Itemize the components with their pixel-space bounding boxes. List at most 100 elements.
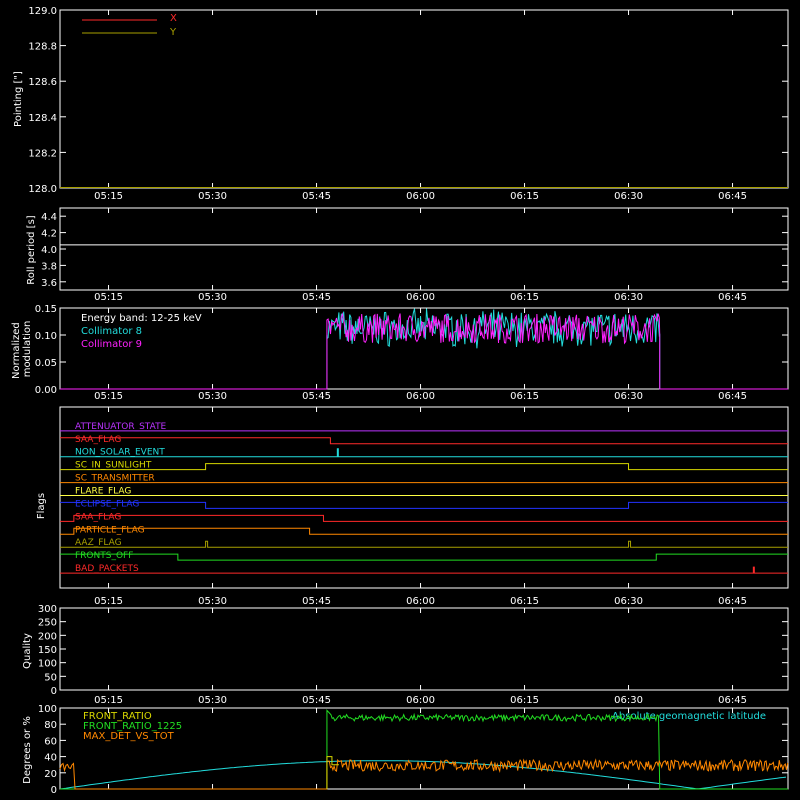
- ylabel-roll-period: Roll period [s]: [26, 215, 37, 284]
- quality-tick-label: 250: [38, 618, 57, 629]
- annotation-energy-band: Energy band: 12-25 keV: [81, 313, 202, 324]
- time-tick-label: 05:30: [198, 596, 227, 607]
- time-tick-label: 06:15: [510, 695, 539, 706]
- modulation-tick-label: 0.05: [35, 358, 57, 369]
- quality-tick-label: 300: [38, 604, 57, 615]
- flag-line-bad-packets: [60, 566, 788, 574]
- flag-label-saa-flag: SAA_FLAG: [75, 435, 121, 445]
- flag-label-saa-flag: SAA_FLAG: [75, 512, 121, 522]
- legend-label-y: Y: [169, 27, 177, 38]
- time-tick-label: 06:15: [510, 596, 539, 607]
- time-tick-label: 05:15: [94, 695, 123, 706]
- pointing-tick-label: 128.2: [28, 148, 57, 159]
- time-tick-label: 05:45: [302, 191, 331, 202]
- modulation-tick-label: 0.10: [35, 331, 57, 342]
- panel-ratios: Degrees or % FRONT_RATIO FRONT_RATIO_122…: [22, 711, 766, 784]
- legend-label-x: X: [170, 13, 177, 24]
- flag-line-fronts-off: [60, 553, 788, 561]
- time-tick-label: 06:30: [614, 596, 643, 607]
- time-tick-label: 05:45: [302, 391, 331, 402]
- pointing-tick-label: 128.8: [28, 42, 57, 53]
- quality-tick-label: 150: [38, 645, 57, 656]
- flag-line-saa-flag: [60, 514, 788, 522]
- quality-tick-label: 50: [44, 672, 57, 683]
- ratios-tick-label: 100: [38, 704, 57, 715]
- time-tick-label: 06:45: [718, 695, 747, 706]
- time-tick-label: 06:00: [406, 292, 435, 303]
- ylabel-degrees: Degrees or %: [22, 716, 33, 784]
- time-tick-label: 05:30: [198, 391, 227, 402]
- quality-frame: [59, 607, 789, 691]
- roll-tick-label: 3.6: [41, 278, 57, 289]
- flag-label-particle-flag: PARTICLE_FLAG: [75, 525, 145, 535]
- time-tick-label: 06:00: [406, 695, 435, 706]
- legend-collimator-9: Collimator 9: [81, 339, 142, 350]
- ratios-tick-label: 60: [44, 736, 57, 747]
- time-tick-label: 06:30: [614, 695, 643, 706]
- pointing-tick-label: 128.4: [28, 113, 57, 124]
- time-tick-label: 06:45: [718, 292, 747, 303]
- roll-tick-label: 3.8: [41, 261, 57, 272]
- flag-line-aaz-flag: [60, 540, 788, 548]
- time-tick-label: 06:15: [510, 191, 539, 202]
- ratios-tick-label: 20: [44, 769, 57, 780]
- roll-tick-label: 4.4: [41, 212, 57, 223]
- time-tick-label: 06:15: [510, 391, 539, 402]
- time-tick-label: 06:15: [510, 292, 539, 303]
- quality-tick-label: 100: [38, 659, 57, 670]
- pointing-tick-label: 128.6: [28, 77, 57, 88]
- time-tick-label: 06:00: [406, 391, 435, 402]
- ratios-tick-label: 40: [44, 753, 57, 764]
- ratios-tick-label: 80: [44, 720, 57, 731]
- time-tick-label: 06:45: [718, 391, 747, 402]
- time-tick-label: 05:15: [94, 191, 123, 202]
- roll-tick-label: 4.2: [41, 229, 57, 240]
- time-tick-label: 05:15: [94, 292, 123, 303]
- time-tick-label: 05:45: [302, 695, 331, 706]
- time-tick-label: 06:45: [718, 191, 747, 202]
- legend-geomagnetic-latitude: Absolute geomagnetic latitude: [612, 711, 766, 722]
- flag-line-particle-flag: [60, 527, 788, 535]
- legend-max-det-vs-tot: MAX_DET_VS_TOT: [83, 731, 175, 742]
- pointing-tick-label: 129.0: [28, 6, 57, 17]
- panel-roll-period: Roll period [s]: [26, 215, 37, 284]
- roll-tick-label: 4.0: [41, 245, 57, 256]
- flag-line-non-solar-event: [60, 448, 788, 458]
- time-tick-label: 05:30: [198, 695, 227, 706]
- flag-line-saa-flag: [60, 437, 788, 445]
- time-tick-label: 05:30: [198, 292, 227, 303]
- flag-line-sc-in-sunlight: [60, 463, 788, 471]
- panel-quality: Quality: [22, 633, 33, 669]
- legend-collimator-8: Collimator 8: [81, 326, 142, 337]
- flags-frame: [59, 406, 789, 589]
- ylabel-modulation: Normalized modulation: [11, 319, 33, 379]
- time-tick-label: 05:45: [302, 596, 331, 607]
- time-tick-label: 06:30: [614, 191, 643, 202]
- ratios-tick-label: 0: [51, 785, 57, 796]
- time-tick-label: 05:15: [94, 596, 123, 607]
- modulation-tick-label: 0.00: [35, 385, 57, 396]
- modulation-tick-label: 0.15: [35, 304, 57, 315]
- quality-tick-label: 0: [51, 686, 57, 697]
- time-tick-label: 05:15: [94, 391, 123, 402]
- time-tick-label: 06:00: [406, 191, 435, 202]
- time-tick-label: 06:45: [718, 596, 747, 607]
- time-tick-label: 05:30: [198, 191, 227, 202]
- chart-canvas: Pointing ["] X Y Roll period [s] Normali…: [11, 6, 789, 796]
- ylabel-modulation-line2: modulation: [22, 321, 33, 378]
- time-tick-label: 05:45: [302, 292, 331, 303]
- panel-modulation: Normalized modulation Energy band: 12-25…: [11, 313, 202, 379]
- flag-label-eclipse-flag: ECLIPSE_FLAG: [75, 499, 139, 509]
- flag-line-eclipse-flag: [60, 501, 788, 509]
- ylabel-quality: Quality: [22, 633, 33, 669]
- ylabel-flags: Flags: [36, 493, 47, 519]
- time-tick-label: 06:30: [614, 391, 643, 402]
- time-tick-label: 06:00: [406, 596, 435, 607]
- ylabel-pointing: Pointing ["]: [13, 71, 24, 127]
- pointing-tick-label: 128.0: [28, 184, 57, 195]
- ylabel-modulation-line1: Normalized: [11, 322, 22, 379]
- dynamic-marks: 05:15 05:30 05:45 06:00 06:15 06:30 06:45 128.0…: [28, 6, 789, 796]
- panel-pointing: Pointing ["] X Y: [13, 13, 177, 127]
- time-tick-label: 06:30: [614, 292, 643, 303]
- flag-label-fronts-off: FRONTS_OFF: [75, 551, 133, 561]
